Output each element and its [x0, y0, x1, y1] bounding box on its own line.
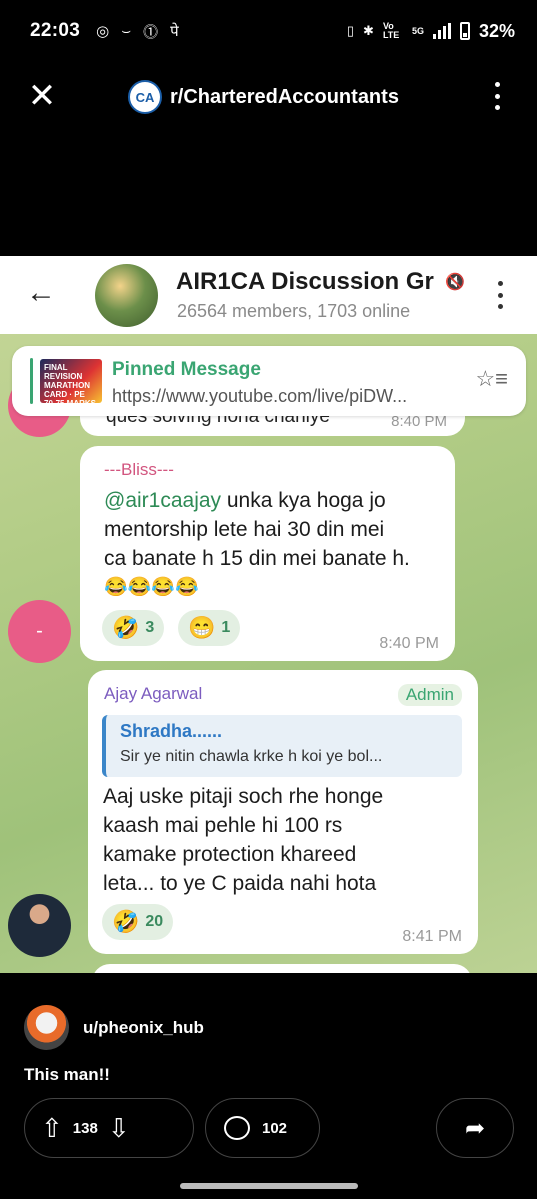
smile-icon: ⌣ — [121, 22, 132, 40]
status-bar: 22:03 ◎ ⌣ ⓵ पे ▯ ✱ Vo LTE 5G 32% — [0, 0, 537, 62]
back-arrow-icon: ← — [26, 276, 56, 309]
bluetooth-icon: ✱ — [363, 23, 374, 38]
reaction-count: 20 — [145, 913, 164, 930]
reaction-grin: 😁 1 — [178, 610, 241, 646]
post-image[interactable]: ← AIR1CA Discussion Gr 🔇 26564 members, … — [0, 256, 537, 973]
instagram-icon: ◎ — [96, 23, 110, 40]
message-text: Aaj uske pitaji soch rhe honge kaash mai… — [103, 785, 384, 895]
post-title: This man!! — [24, 1065, 110, 1084]
message-time: 8:41 PM — [402, 928, 462, 945]
rofl-emoji: 🤣 — [112, 615, 140, 640]
home-indicator[interactable] — [180, 1183, 358, 1189]
subreddit-avatar: CA — [128, 80, 162, 114]
member-count: 26564 members, 1703 online — [177, 301, 411, 321]
reply-author: Shradha...... — [120, 721, 223, 741]
pinned-message: FINAL REVISION MARATHON CARD · PE 70-75 … — [12, 346, 526, 416]
signal-icon — [432, 23, 451, 39]
group-avatar — [95, 264, 158, 327]
post-author[interactable]: u/pheonix_hub — [24, 1005, 204, 1050]
comment-icon — [224, 1116, 250, 1140]
pinned-title: Pinned Message — [112, 359, 261, 380]
reply-quote: Shradha...... Sir ye nitin chawla krke h… — [102, 715, 462, 777]
pinned-thumbnail: FINAL REVISION MARATHON CARD · PE 70-75 … — [40, 359, 102, 403]
pinned-indicator — [30, 358, 33, 404]
more-options-icon[interactable] — [487, 82, 507, 110]
message-text: @air1caajay unka kya hoga jo mentorship … — [104, 489, 410, 598]
battery-percent: 32% — [478, 20, 515, 41]
share-icon: ➦ — [464, 1114, 486, 1142]
system-icons: ▯ ✱ Vo LTE 5G 32% — [347, 21, 515, 42]
avatar: - — [8, 600, 71, 663]
vote-bar: ⇧ 138 ⇩ — [24, 1098, 194, 1158]
battery-icon — [459, 22, 470, 40]
network-label: 5G — [411, 26, 424, 36]
volte-label: Vo LTE — [382, 21, 400, 40]
notification-icons: ◎ ⌣ ⓵ पे — [96, 21, 179, 42]
chat-header: ← AIR1CA Discussion Gr 🔇 26564 members, … — [0, 256, 537, 334]
admin-badge: Admin — [397, 684, 462, 706]
reply-text: Sir ye nitin chawla krke h koi ye bol... — [120, 748, 383, 765]
vibrate-icon: ▯ — [346, 23, 355, 38]
pin-list-icon: ☆≡ — [475, 366, 508, 391]
close-icon[interactable]: ✕ — [26, 79, 58, 113]
author-name: u/pheonix_hub — [83, 1017, 204, 1037]
chat-menu-icon — [495, 281, 505, 309]
chat-message: Ajay Agarwal Admin Shradha...... Sir ye … — [88, 670, 478, 954]
message-sender: Ajay Agarwal — [104, 684, 203, 703]
comments-button[interactable]: 102 — [205, 1098, 320, 1158]
share-button[interactable]: ➦ — [436, 1098, 514, 1158]
alert-icon: ⓵ — [143, 23, 159, 41]
grin-emoji: 😁 — [188, 615, 216, 640]
reaction-count: 3 — [145, 619, 155, 636]
message-sender: ---Bliss--- — [104, 460, 174, 479]
mention: @air1caajay — [104, 489, 222, 512]
avatar — [8, 894, 71, 957]
comment-count: 102 — [262, 1119, 288, 1137]
vote-count: 138 — [72, 1119, 98, 1137]
downvote-icon[interactable]: ⇩ — [108, 1115, 130, 1141]
status-time: 22:03 — [30, 20, 81, 41]
subreddit-link[interactable]: CA r/CharteredAccountants — [128, 80, 399, 114]
next-message-edge — [92, 964, 472, 973]
author-avatar — [24, 1005, 69, 1050]
group-name: AIR1CA Discussion Gr — [176, 268, 434, 295]
upvote-icon[interactable]: ⇧ — [41, 1115, 63, 1141]
post-header: ✕ CA r/CharteredAccountants — [0, 62, 537, 132]
chat-message: ---Bliss--- @air1caajay unka kya hoga jo… — [80, 446, 455, 661]
mute-icon: 🔇 — [445, 274, 465, 291]
reaction-rofl: 🤣 20 — [102, 904, 174, 940]
pinned-link: https://www.youtube.com/live/piDW... — [112, 386, 408, 406]
reaction-rofl: 🤣 3 — [102, 610, 165, 646]
rofl-emoji: 🤣 — [112, 909, 140, 934]
pe-icon: पे — [170, 23, 179, 40]
message-time: 8:40 PM — [379, 635, 439, 652]
reaction-count: 1 — [221, 619, 231, 636]
subreddit-name: r/CharteredAccountants — [170, 85, 399, 108]
